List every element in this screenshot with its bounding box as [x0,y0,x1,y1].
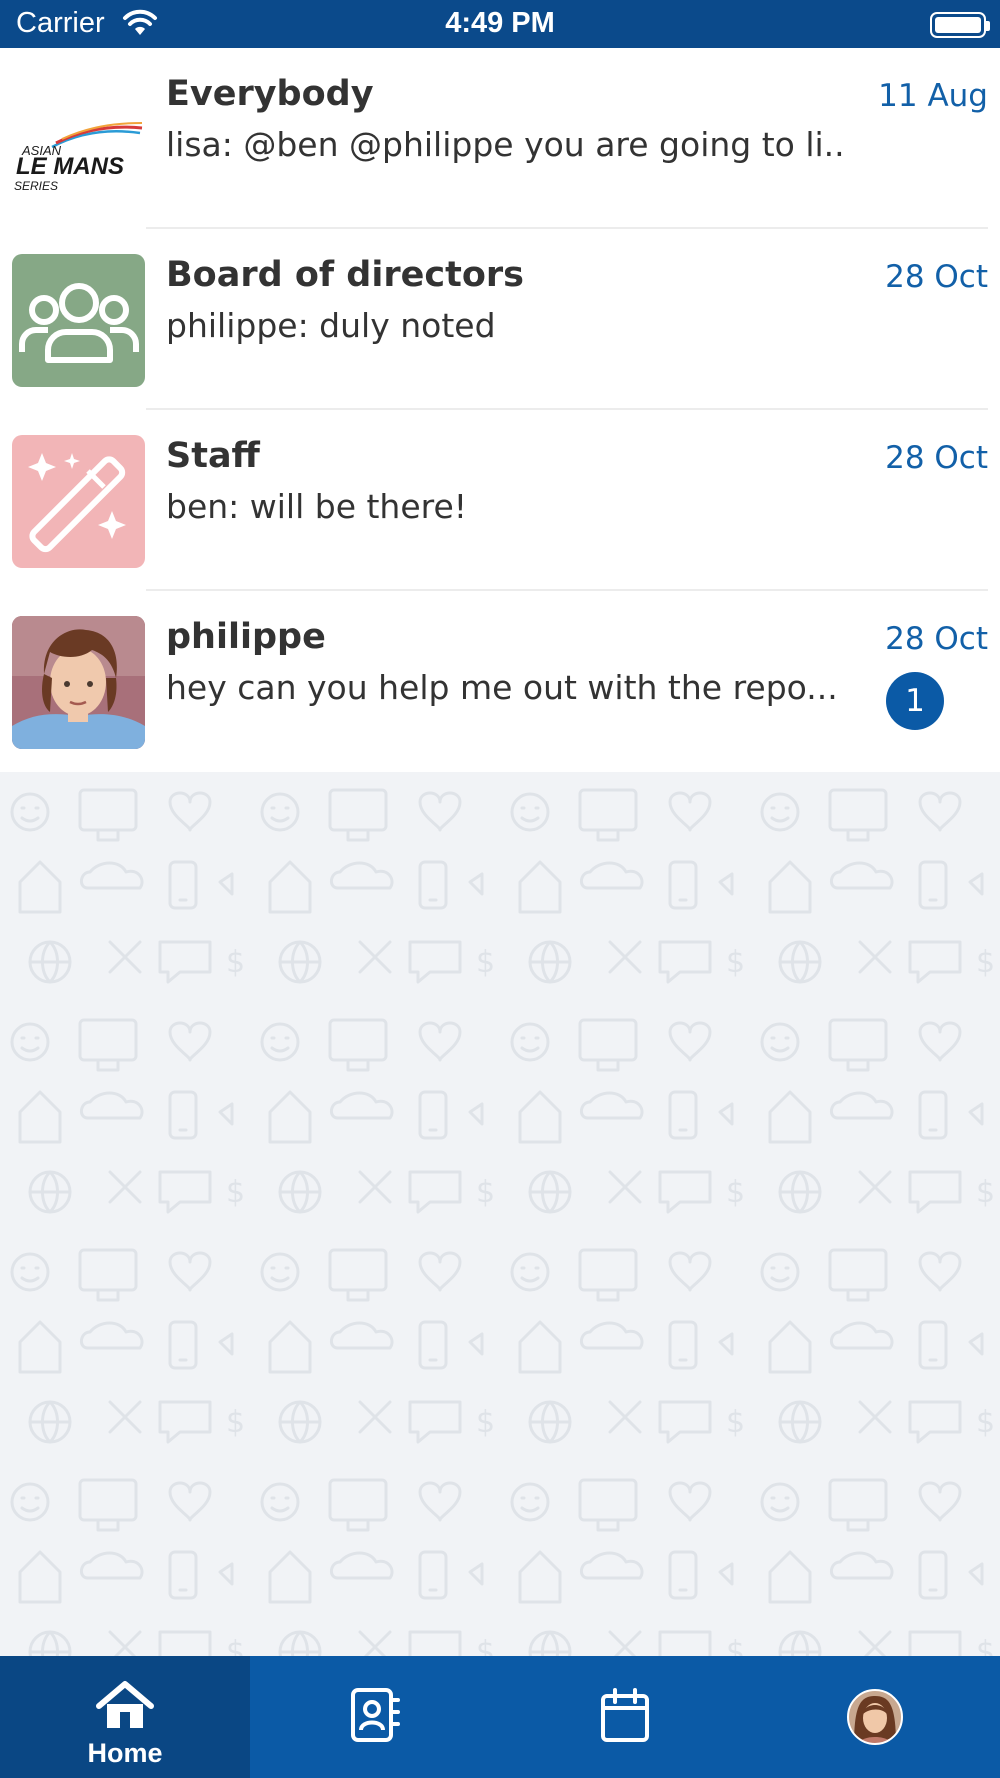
calendar-icon [601,1688,649,1742]
address-book-icon [351,1688,400,1742]
magic-wand-icon [28,453,126,553]
status-bar: Carrier 4:49 PM [0,0,1000,48]
conversation-preview: lisa: @ben @philippe you are going to li… [166,125,846,164]
avatar: ASIAN LE MANS SERIES [12,73,145,206]
conversation-list: ASIAN LE MANS SERIES Everybody lisa: @be… [0,48,1000,772]
chat-background-pattern: $ [0,772,1000,1656]
profile-avatar [847,1689,903,1745]
conversation-date: 28 Oct [885,621,988,657]
tab-bar: Home [0,1656,1000,1778]
tab-home[interactable]: Home [0,1656,250,1778]
user-photo [12,616,145,749]
conversation-preview: hey can you help me out with the repo... [166,668,838,707]
tab-calendar[interactable] [500,1656,750,1778]
conversation-name: philippe [166,617,326,657]
conversation-row-board-of-directors[interactable]: Board of directors philippe: duly noted … [0,229,1000,410]
conversation-name: Staff [166,436,260,476]
conversation-name: Board of directors [166,255,524,295]
conversation-preview: ben: will be there! [166,487,468,526]
avatar [12,435,145,568]
conversation-name: Everybody [166,74,374,114]
conversation-row-philippe[interactable]: philippe hey can you help me out with th… [0,591,1000,772]
logo-line-3: SERIES [14,179,58,193]
unread-badge: 1 [886,672,944,730]
conversation-row-everybody[interactable]: ASIAN LE MANS SERIES Everybody lisa: @be… [0,48,1000,229]
battery-icon [930,12,990,38]
conversation-date: 11 Aug [878,78,988,114]
group-icon [19,283,139,363]
asian-le-mans-series-logo: ASIAN LE MANS SERIES [14,122,143,193]
clock: 4:49 PM [445,7,555,39]
tab-home-label: Home [87,1738,163,1768]
conversation-date: 28 Oct [885,259,988,295]
home-icon [96,1681,154,1728]
tab-profile[interactable] [750,1656,1000,1778]
logo-line-2: LE MANS [16,153,124,180]
avatar [12,616,145,749]
tab-contacts[interactable] [250,1656,500,1778]
avatar [12,254,145,387]
conversation-row-staff[interactable]: Staff ben: will be there! 28 Oct [0,410,1000,591]
conversation-preview: philippe: duly noted [166,306,496,345]
conversation-date: 28 Oct [885,440,988,476]
